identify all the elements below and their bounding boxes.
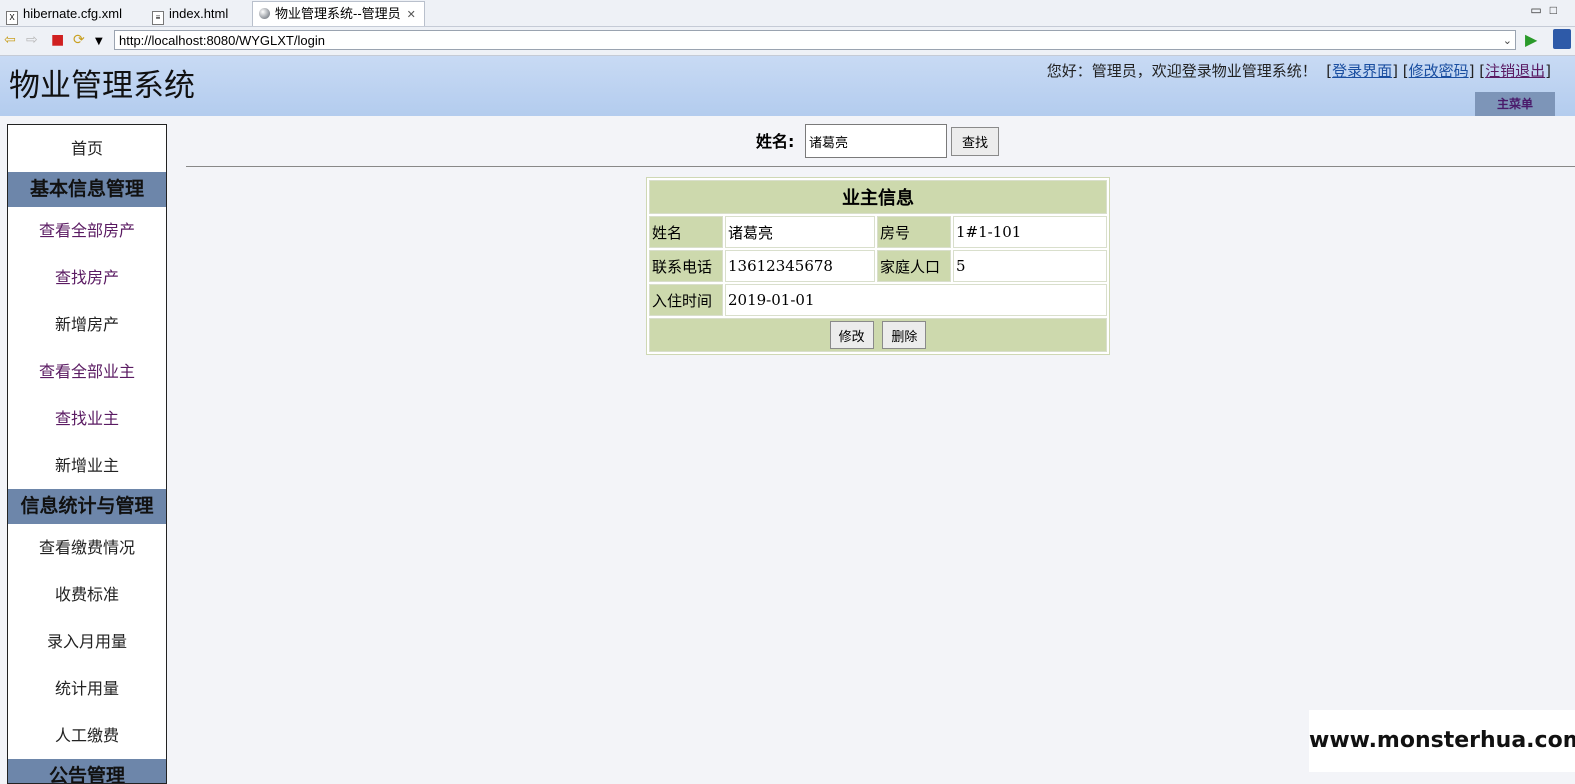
owner-info-table: 业主信息 姓名 诸葛亮 房号 1#1-101 联系电话 13612345678 …: [646, 177, 1110, 355]
forward-icon[interactable]: ⇨: [26, 32, 38, 48]
sidebar-item-find-property[interactable]: 查找房产: [8, 254, 166, 301]
sidebar-item-find-owner[interactable]: 查找业主: [8, 395, 166, 442]
sidebar-item-manual-payment[interactable]: 人工缴费: [8, 712, 166, 759]
name-search-input[interactable]: [805, 124, 947, 158]
phone-label: 联系电话: [649, 250, 723, 282]
family-value: 5: [953, 250, 1107, 282]
maximize-icon[interactable]: □: [1550, 3, 1565, 17]
tab-label: 物业管理系统--管理员: [275, 6, 401, 21]
search-button[interactable]: 查找: [951, 127, 999, 156]
name-label: 姓名: [649, 216, 723, 248]
watermark: www.monsterhua.com: [1309, 710, 1575, 772]
page-header: 物业管理系统 您好：管理员，欢迎登录物业管理系统！ [登录界面] [修改密码] …: [0, 56, 1575, 116]
sidebar-item-fee-standard[interactable]: 收费标准: [8, 571, 166, 618]
tab-label: index.html: [169, 6, 229, 21]
actions-row: 修改 删除: [649, 318, 1107, 352]
system-title: 物业管理系统: [9, 68, 195, 104]
sidebar-item-usage-stats[interactable]: 统计用量: [8, 665, 166, 712]
chevron-down-icon[interactable]: ⌄: [1503, 31, 1512, 51]
delete-button[interactable]: 删除: [882, 321, 927, 349]
refresh-icon[interactable]: ⟳: [73, 32, 85, 48]
checkin-label: 入住时间: [649, 284, 723, 316]
sidebar-heading-statistics: 信息统计与管理: [8, 489, 166, 524]
sidebar-menu: 首页 基本信息管理 查看全部房产 查找房产 新增房产 查看全部业主 查找业主 新…: [7, 124, 167, 784]
globe-icon: [259, 8, 270, 19]
back-icon[interactable]: ⇦: [4, 32, 16, 48]
search-bar: 姓名: 查找: [186, 124, 1575, 167]
sidebar-item-home[interactable]: 首页: [8, 125, 166, 172]
sidebar-item-all-properties[interactable]: 查看全部房产: [8, 207, 166, 254]
external-browser-icon[interactable]: [1553, 29, 1571, 49]
change-password-link[interactable]: 修改密码: [1409, 62, 1469, 80]
sidebar-item-add-property[interactable]: 新增房产: [8, 301, 166, 348]
welcome-text: 您好：管理员，欢迎登录物业管理系统！: [1046, 62, 1317, 80]
welcome-bar: 您好：管理员，欢迎登录物业管理系统！ [登录界面] [修改密码] [注销退出]: [1046, 62, 1551, 80]
sidebar-item-all-owners[interactable]: 查看全部业主: [8, 348, 166, 395]
sidebar-item-enter-usage[interactable]: 录入月用量: [8, 618, 166, 665]
search-label: 姓名:: [756, 132, 795, 151]
window-controls: ▭□: [1530, 3, 1565, 17]
family-label: 家庭人口: [877, 250, 951, 282]
ide-tab-bar: Xhibernate.cfg.xml ≡ index.html 物业管理系统--管…: [0, 0, 1575, 27]
table-caption: 业主信息: [649, 180, 1107, 214]
url-text: http://localhost:8080/WYGLXT/login: [119, 33, 325, 48]
room-label: 房号: [877, 216, 951, 248]
phone-value: 13612345678: [725, 250, 875, 282]
name-value: 诸葛亮: [725, 216, 875, 248]
sidebar-item-add-owner[interactable]: 新增业主: [8, 442, 166, 489]
go-icon[interactable]: ▶: [1525, 30, 1537, 49]
login-page-link[interactable]: 登录界面: [1332, 62, 1392, 80]
room-value: 1#1-101: [953, 216, 1107, 248]
xml-file-icon: X: [6, 11, 18, 25]
stop-icon[interactable]: ■: [51, 32, 64, 48]
checkin-value: 2019-01-01: [725, 284, 1107, 316]
sidebar-heading-basic-info: 基本信息管理: [8, 172, 166, 207]
edit-button[interactable]: 修改: [829, 321, 874, 349]
tab-index-html[interactable]: ≡ index.html: [146, 2, 236, 25]
history-dropdown-icon[interactable]: ▼: [95, 34, 103, 50]
sidebar-item-payment-status[interactable]: 查看缴费情况: [8, 524, 166, 571]
minimize-icon[interactable]: ▭: [1530, 3, 1549, 17]
main-menu-button[interactable]: 主菜单: [1475, 92, 1555, 116]
tab-hibernate-cfg[interactable]: Xhibernate.cfg.xml: [0, 2, 130, 25]
url-input[interactable]: http://localhost:8080/WYGLXT/login ⌄: [114, 30, 1516, 50]
close-icon[interactable]: ✕: [407, 9, 416, 21]
tab-label: hibernate.cfg.xml: [23, 6, 122, 21]
tab-browser-page[interactable]: 物业管理系统--管理员 ✕: [252, 1, 425, 26]
html-file-icon: ≡: [152, 11, 164, 25]
logout-link[interactable]: 注销退出: [1485, 62, 1545, 80]
browser-toolbar: ⇦ ⇨ ■ ⟳ ▼ http://localhost:8080/WYGLXT/l…: [0, 27, 1575, 56]
